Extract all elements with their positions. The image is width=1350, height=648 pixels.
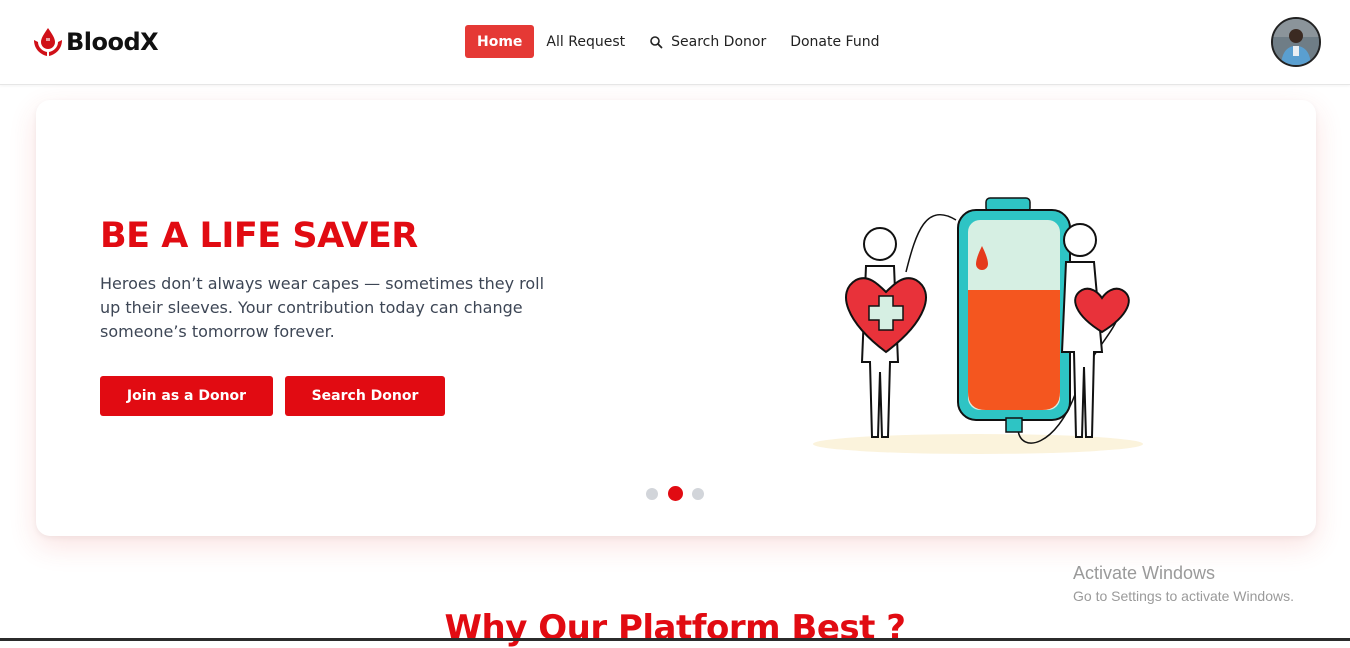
nav-search-donor[interactable]: Search Donor	[637, 25, 778, 58]
user-avatar[interactable]	[1271, 17, 1321, 67]
hero-carousel: BE A LIFE SAVER Heroes don’t always wear…	[36, 100, 1316, 536]
main-nav: Home All Request Search Donor Donate Fun…	[465, 25, 891, 58]
join-donor-button[interactable]: Join as a Donor	[100, 376, 273, 416]
nav-home[interactable]: Home	[465, 25, 535, 58]
watermark-title: Activate Windows	[1073, 563, 1216, 583]
windows-activation-watermark: Activate Windows Go to Settings to activ…	[1073, 563, 1294, 604]
brand-name: BloodX	[66, 28, 159, 56]
carousel-dots	[646, 486, 716, 501]
hero-description: Heroes don’t always wear capes — sometim…	[100, 274, 545, 341]
search-icon	[650, 35, 663, 48]
nav-search-donor-label: Search Donor	[671, 33, 767, 50]
search-donor-button[interactable]: Search Donor	[285, 376, 445, 416]
carousel-dot-2[interactable]	[668, 486, 683, 501]
carousel-dot-1[interactable]	[646, 487, 658, 500]
blood-donation-illustration	[813, 197, 1143, 454]
user-photo-icon	[1273, 19, 1319, 65]
carousel-dot-3[interactable]	[692, 487, 704, 500]
nav-donate-fund[interactable]: Donate Fund	[778, 25, 891, 58]
hero-title: BE A LIFE SAVER	[100, 216, 418, 256]
section-title: Why Our Platform Best ?	[444, 608, 906, 648]
brand-logo[interactable]: BloodX	[30, 24, 159, 60]
nav-all-request[interactable]: All Request	[534, 25, 637, 58]
navbar: BloodX Home All Request Search Donor Don…	[0, 0, 1350, 85]
blood-drop-hands-icon	[34, 28, 62, 56]
watermark-subtitle: Go to Settings to activate Windows.	[1073, 588, 1294, 604]
